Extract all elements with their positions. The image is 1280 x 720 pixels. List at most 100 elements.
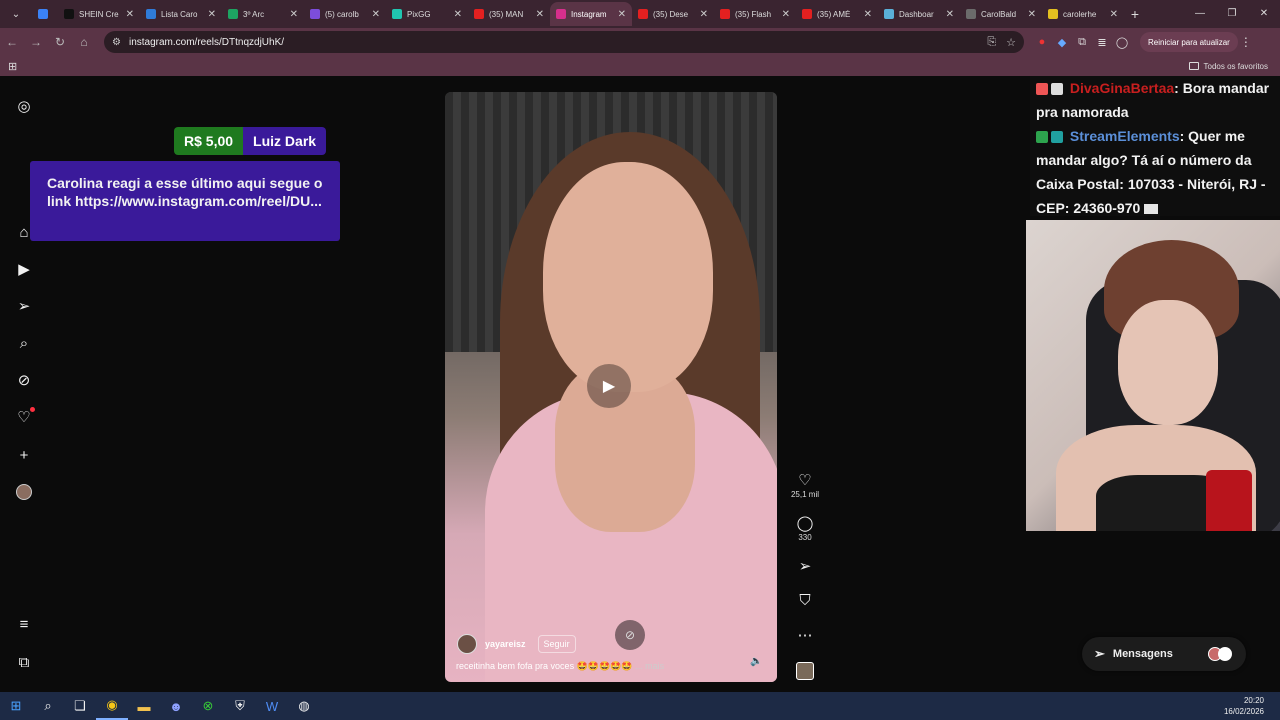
send-icon[interactable]: ➢ xyxy=(14,296,34,316)
browser-tab[interactable]: carolerhe ✕ xyxy=(1042,2,1124,26)
address-bar[interactable]: ⚙ instagram.com/reels/DTtnqzdjUhK/ ⎘ ☆ xyxy=(104,31,1024,53)
messages-label: Mensagens xyxy=(1112,648,1173,660)
play-icon[interactable]: ▶ xyxy=(587,364,631,408)
back-icon[interactable]: ← xyxy=(0,35,24,49)
extension-blue-icon[interactable]: ◆ xyxy=(1052,36,1072,49)
tab-close-icon[interactable]: ✕ xyxy=(946,9,954,20)
search-icon[interactable]: ⌕ xyxy=(14,333,34,353)
forward-icon[interactable]: → xyxy=(24,35,48,49)
browser-tab[interactable]: Dashboar ✕ xyxy=(878,2,960,26)
bookmark-star-icon[interactable]: ☆ xyxy=(1006,36,1016,49)
new-tab-button[interactable]: + xyxy=(1124,6,1146,22)
browser-tab[interactable]: SHEIN Cre ✕ xyxy=(58,2,140,26)
audio-thumbnail[interactable] xyxy=(796,662,814,680)
reels-icon[interactable]: ▶ xyxy=(14,259,34,279)
tab-close-icon[interactable]: ✕ xyxy=(208,9,216,20)
browser-tab[interactable]: PixGG ✕ xyxy=(386,2,468,26)
reload-icon[interactable]: ↻ xyxy=(48,35,72,49)
discord-app-icon[interactable]: ☻ xyxy=(160,692,192,720)
tab-close-icon[interactable]: ✕ xyxy=(1028,9,1036,20)
media-queue-icon[interactable]: ≣ xyxy=(1092,36,1112,49)
tab-search-chevron-icon[interactable]: ⌄ xyxy=(4,4,28,24)
all-bookmarks-button[interactable]: Todos os favoritos xyxy=(1188,56,1268,76)
donation-message: Carolina reagi a esse último aqui segue … xyxy=(30,161,340,241)
address-url[interactable]: instagram.com/reels/DTtnqzdjUhK/ xyxy=(129,37,977,48)
minimize-icon[interactable]: — xyxy=(1184,0,1216,28)
tab-label: (35) AMÉ xyxy=(817,9,851,19)
browser-tab[interactable]: (35) Dese ✕ xyxy=(632,2,714,26)
security-app-icon[interactable]: ⛨ xyxy=(224,692,256,720)
explore-icon[interactable]: ⊘ xyxy=(14,370,34,390)
reel-video[interactable]: ▶ ⊘ yayareisz Seguir receitinha bem fofa… xyxy=(445,92,777,682)
original-audio-icon[interactable]: ⊘ xyxy=(615,620,645,650)
install-app-icon[interactable]: ⎘ xyxy=(987,36,996,49)
follow-button[interactable]: Seguir xyxy=(537,635,576,653)
tab-close-icon[interactable]: ✕ xyxy=(290,9,298,20)
browser-tab[interactable]: CarolBald ✕ xyxy=(960,2,1042,26)
like-count: 25,1 mil xyxy=(790,490,819,499)
tab-close-icon[interactable]: ✕ xyxy=(454,9,462,20)
xbox-app-icon[interactable]: ⊗ xyxy=(192,692,224,720)
all-bookmarks-label: Todos os favoritos xyxy=(1203,61,1268,71)
tab-label: (35) Dese xyxy=(653,9,689,19)
task-view-icon[interactable]: ❏ xyxy=(64,692,96,720)
share-icon[interactable]: ➢ xyxy=(785,557,825,575)
chrome-app-icon[interactable]: ◉ xyxy=(96,692,128,720)
tab-close-icon[interactable]: ✕ xyxy=(782,9,790,20)
browser-tab[interactable]: 3º Arc ✕ xyxy=(222,2,304,26)
comment-icon[interactable]: ◯ xyxy=(785,514,825,532)
share-action[interactable]: ➢ xyxy=(785,557,825,575)
like-action[interactable]: ♡ 25,1 mil xyxy=(785,471,825,499)
file-explorer-icon[interactable]: ▬ xyxy=(128,692,160,720)
apps-grid-icon[interactable]: ⊞ xyxy=(8,60,17,73)
tab-close-icon[interactable]: ✕ xyxy=(536,9,544,20)
windows-start-icon[interactable]: ⊞ xyxy=(0,692,32,720)
caption-more-link[interactable]: ... mais xyxy=(635,661,664,671)
browser-tab[interactable]: (35) MAN ✕ xyxy=(468,2,550,26)
tab-close-icon[interactable]: ✕ xyxy=(864,9,872,20)
save-action[interactable]: ⛉ xyxy=(785,592,825,610)
browser-tab[interactable]: (35) Flash ✕ xyxy=(714,2,796,26)
create-icon[interactable]: + xyxy=(14,445,34,465)
bookmark-icon[interactable]: ⛉ xyxy=(785,592,825,610)
more-menu-icon[interactable]: ≡ xyxy=(14,614,34,634)
restore-icon[interactable]: ❐ xyxy=(1216,0,1248,28)
browser-tab[interactable]: (5) carolb ✕ xyxy=(304,2,386,26)
tab-close-icon[interactable]: ✕ xyxy=(1110,9,1118,20)
tab-close-icon[interactable]: ✕ xyxy=(700,9,708,20)
extension-red-icon[interactable]: ● xyxy=(1032,36,1052,48)
tab-favicon-icon xyxy=(802,9,812,19)
more-options-action[interactable]: ⋯ xyxy=(785,626,825,644)
more-options-icon[interactable]: ⋯ xyxy=(785,626,825,644)
notifications-icon[interactable]: ♡ xyxy=(14,407,35,427)
heart-icon[interactable]: ♡ xyxy=(785,471,825,489)
tab-close-icon[interactable]: ✕ xyxy=(372,9,380,20)
extensions-puzzle-icon[interactable]: ⧉ xyxy=(1072,36,1092,49)
tab-close-icon[interactable]: ✕ xyxy=(618,9,626,20)
tab-label: (35) Flash xyxy=(735,9,772,19)
chat-username: DivaGinaBertaa xyxy=(1069,80,1175,96)
tab-active[interactable]: Instagram ✕ xyxy=(550,2,632,26)
update-button[interactable]: Reiniciar para atualizar xyxy=(1140,32,1238,52)
tab-close-icon[interactable]: ✕ xyxy=(126,9,134,20)
comment-action[interactable]: ◯ 330 xyxy=(785,514,825,542)
close-window-icon[interactable]: ✕ xyxy=(1248,0,1280,28)
home-browser-icon[interactable]: ⌂ xyxy=(72,35,96,49)
browser-tab[interactable] xyxy=(32,2,58,26)
mute-icon[interactable]: 🔈 xyxy=(750,656,762,667)
author-avatar[interactable] xyxy=(457,634,477,654)
messages-button[interactable]: ➢ Mensagens xyxy=(1082,637,1246,671)
profile-icon[interactable]: ◯ xyxy=(1112,36,1132,49)
site-info-icon[interactable]: ⚙ xyxy=(112,37,121,48)
obs-app-icon[interactable]: ◍ xyxy=(288,692,320,720)
taskbar-search-icon[interactable]: ⌕ xyxy=(32,692,64,720)
browser-menu-icon[interactable]: ⋮ xyxy=(1238,35,1254,49)
system-clock[interactable]: 20:20 16/02/2026 xyxy=(1224,695,1264,717)
profile-avatar[interactable] xyxy=(14,482,34,502)
browser-tab[interactable]: (35) AMÉ ✕ xyxy=(796,2,878,26)
browser-tab[interactable]: Lista Caro ✕ xyxy=(140,2,222,26)
author-username[interactable]: yayareisz xyxy=(485,639,526,649)
instagram-logo-icon[interactable]: ◎ xyxy=(14,96,34,116)
also-from-meta-icon[interactable]: ⧉ xyxy=(14,652,34,672)
word-app-icon[interactable]: W xyxy=(256,692,288,720)
